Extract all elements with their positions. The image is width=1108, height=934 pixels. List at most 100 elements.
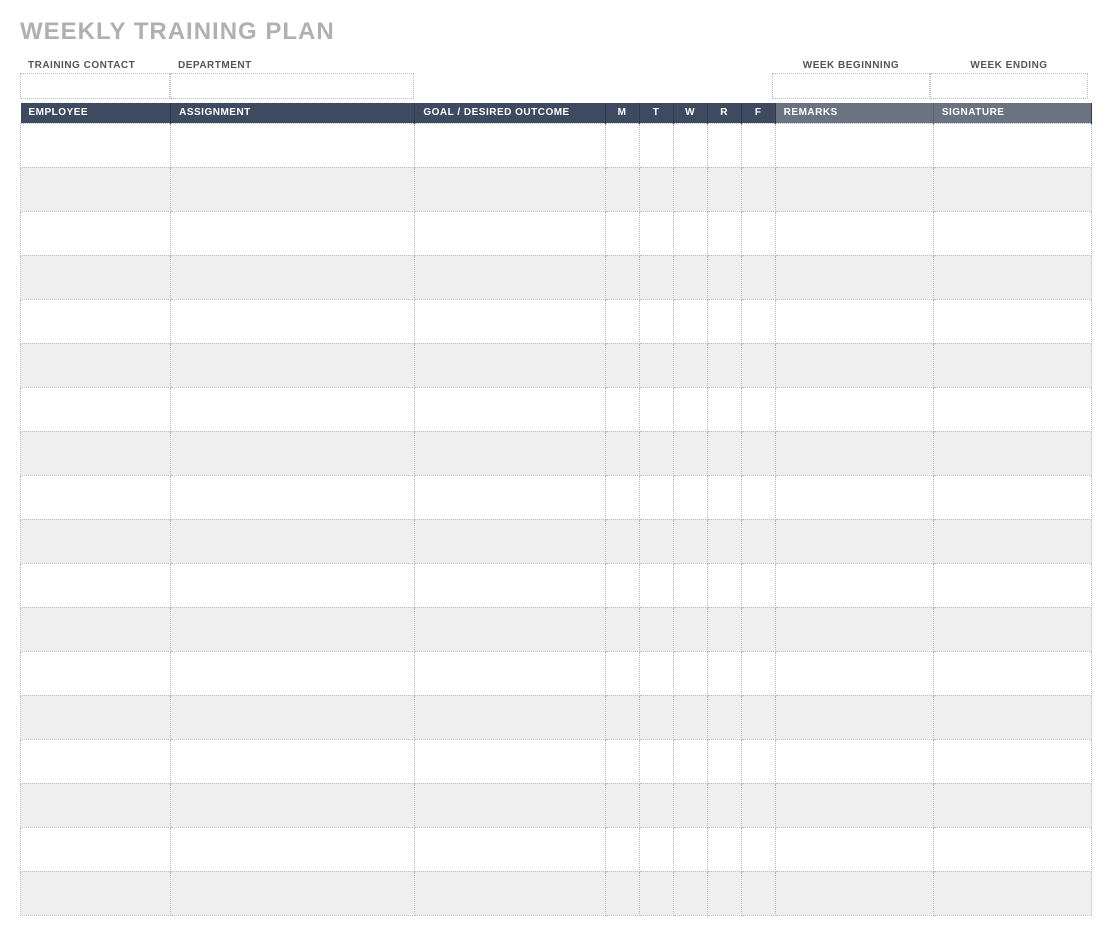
cell-goal[interactable] [415,607,605,651]
cell-r[interactable] [707,739,741,783]
cell-employee[interactable] [21,123,171,167]
cell-signature[interactable] [933,167,1091,211]
cell-signature[interactable] [933,827,1091,871]
cell-remarks[interactable] [775,871,933,915]
cell-t[interactable] [639,519,673,563]
cell-remarks[interactable] [775,255,933,299]
cell-m[interactable] [605,783,639,827]
cell-r[interactable] [707,607,741,651]
cell-w[interactable] [673,651,707,695]
cell-f[interactable] [741,695,775,739]
cell-signature[interactable] [933,343,1091,387]
cell-t[interactable] [639,695,673,739]
cell-m[interactable] [605,651,639,695]
cell-m[interactable] [605,167,639,211]
cell-remarks[interactable] [775,783,933,827]
cell-remarks[interactable] [775,651,933,695]
cell-w[interactable] [673,299,707,343]
cell-remarks[interactable] [775,563,933,607]
cell-signature[interactable] [933,783,1091,827]
cell-goal[interactable] [415,871,605,915]
cell-signature[interactable] [933,255,1091,299]
cell-employee[interactable] [21,783,171,827]
cell-r[interactable] [707,431,741,475]
cell-goal[interactable] [415,387,605,431]
cell-m[interactable] [605,255,639,299]
cell-f[interactable] [741,299,775,343]
cell-employee[interactable] [21,607,171,651]
cell-r[interactable] [707,563,741,607]
cell-m[interactable] [605,827,639,871]
cell-r[interactable] [707,651,741,695]
cell-t[interactable] [639,431,673,475]
cell-employee[interactable] [21,387,171,431]
cell-employee[interactable] [21,475,171,519]
cell-signature[interactable] [933,695,1091,739]
cell-employee[interactable] [21,871,171,915]
cell-assignment[interactable] [171,123,415,167]
cell-m[interactable] [605,343,639,387]
cell-m[interactable] [605,211,639,255]
cell-f[interactable] [741,871,775,915]
cell-w[interactable] [673,123,707,167]
cell-goal[interactable] [415,167,605,211]
cell-goal[interactable] [415,783,605,827]
cell-assignment[interactable] [171,519,415,563]
cell-f[interactable] [741,783,775,827]
cell-remarks[interactable] [775,299,933,343]
cell-assignment[interactable] [171,299,415,343]
cell-t[interactable] [639,299,673,343]
cell-t[interactable] [639,651,673,695]
cell-remarks[interactable] [775,739,933,783]
cell-f[interactable] [741,739,775,783]
cell-w[interactable] [673,211,707,255]
cell-signature[interactable] [933,739,1091,783]
cell-assignment[interactable] [171,431,415,475]
cell-signature[interactable] [933,607,1091,651]
cell-m[interactable] [605,695,639,739]
cell-goal[interactable] [415,211,605,255]
cell-assignment[interactable] [171,343,415,387]
cell-goal[interactable] [415,475,605,519]
cell-goal[interactable] [415,431,605,475]
cell-remarks[interactable] [775,387,933,431]
cell-assignment[interactable] [171,167,415,211]
cell-assignment[interactable] [171,827,415,871]
cell-w[interactable] [673,519,707,563]
cell-w[interactable] [673,255,707,299]
cell-r[interactable] [707,475,741,519]
cell-remarks[interactable] [775,167,933,211]
cell-employee[interactable] [21,431,171,475]
cell-goal[interactable] [415,651,605,695]
cell-employee[interactable] [21,695,171,739]
cell-f[interactable] [741,343,775,387]
cell-employee[interactable] [21,519,171,563]
cell-w[interactable] [673,343,707,387]
cell-assignment[interactable] [171,871,415,915]
cell-assignment[interactable] [171,651,415,695]
cell-t[interactable] [639,123,673,167]
cell-t[interactable] [639,739,673,783]
cell-f[interactable] [741,123,775,167]
cell-goal[interactable] [415,255,605,299]
cell-f[interactable] [741,563,775,607]
cell-m[interactable] [605,387,639,431]
cell-employee[interactable] [21,827,171,871]
cell-r[interactable] [707,167,741,211]
cell-w[interactable] [673,431,707,475]
training-contact-input[interactable] [20,73,170,99]
week-beginning-input[interactable] [772,73,930,99]
cell-t[interactable] [639,255,673,299]
cell-remarks[interactable] [775,695,933,739]
cell-remarks[interactable] [775,519,933,563]
cell-m[interactable] [605,607,639,651]
cell-assignment[interactable] [171,695,415,739]
cell-assignment[interactable] [171,211,415,255]
cell-w[interactable] [673,387,707,431]
cell-w[interactable] [673,475,707,519]
cell-employee[interactable] [21,563,171,607]
cell-t[interactable] [639,563,673,607]
cell-signature[interactable] [933,299,1091,343]
cell-goal[interactable] [415,827,605,871]
cell-m[interactable] [605,475,639,519]
